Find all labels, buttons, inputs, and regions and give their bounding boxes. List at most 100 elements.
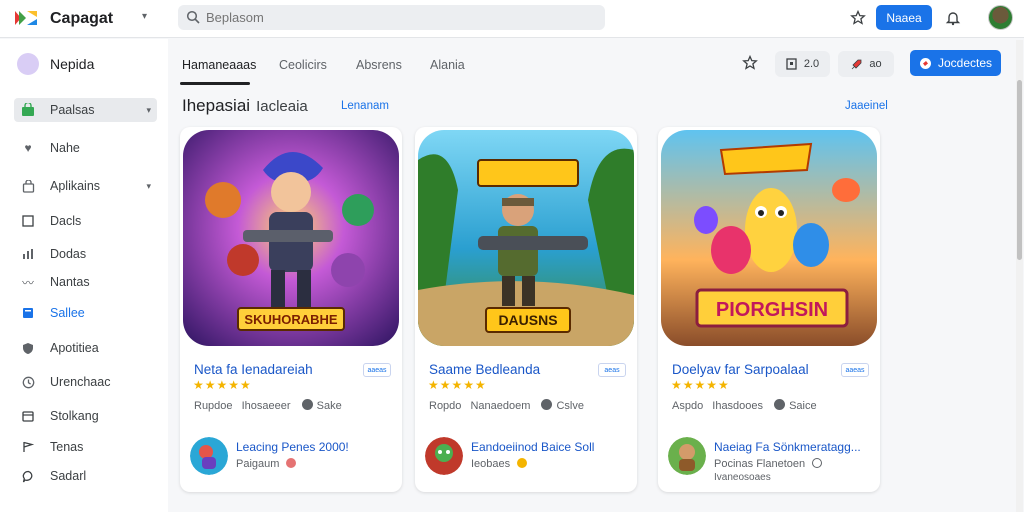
app-title[interactable]: Doelyav far Sarpoalaal: [672, 362, 809, 377]
sidebar-item-8[interactable]: Urenchaac: [14, 370, 157, 394]
tab-2[interactable]: Absrens: [356, 58, 402, 72]
app-tag: aeas: [598, 363, 626, 377]
profile-avatar[interactable]: [17, 53, 39, 75]
developer-avatar[interactable]: [425, 437, 463, 475]
box-icon: [20, 408, 36, 424]
sidebar-item-label: Aplikains: [50, 179, 101, 193]
launch-button-label: ao: [869, 58, 882, 70]
developer-meta-text: Ieobaes: [471, 458, 511, 470]
profile-name[interactable]: Nepida: [50, 56, 94, 72]
sidebar-item-1[interactable]: ♥ Nahe: [14, 136, 157, 160]
sidebar-item-label: Sadarl: [50, 469, 87, 483]
badge-icon: [286, 458, 297, 468]
section-subtitle: Iacleaia: [256, 98, 308, 115]
scrollbar-thumb[interactable]: [1017, 80, 1022, 260]
primary-action-button[interactable]: Jocdectes: [910, 50, 1001, 76]
sidebar-item-label: Tenas: [50, 440, 84, 454]
user-avatar[interactable]: [988, 5, 1013, 30]
app-meta: Ropdo Nanaedoem Cslve: [429, 399, 584, 412]
chevron-down-icon[interactable]: ▾: [142, 11, 147, 22]
app-title[interactable]: Saame Bedleanda: [429, 362, 540, 377]
sidebar-item-0[interactable]: Paalsas ▾: [14, 98, 157, 122]
see-more-link[interactable]: Jaaeinel: [845, 100, 888, 112]
section-title-text: Ihepasiai: [182, 96, 251, 115]
app-title[interactable]: Neta fa Ienadareiah: [194, 362, 313, 377]
card-banner-text: SKUHORABHE: [244, 312, 338, 327]
square-icon: [20, 213, 36, 229]
sidebar-item-11[interactable]: Sadarl: [14, 464, 157, 488]
notification-icon[interactable]: [943, 8, 963, 28]
bars-icon: [20, 246, 36, 262]
rating-stars: ★★★★★: [193, 378, 252, 392]
badge-icon: [517, 458, 528, 468]
sidebar-item-10[interactable]: Tenas: [14, 435, 157, 459]
tab-0[interactable]: Hamaneaaas: [182, 58, 256, 72]
sidebar-item-label: Paalsas: [50, 103, 95, 117]
app-meta: Rupdoe Ihosaeeer Sake: [194, 399, 342, 412]
meta-c: Saice: [789, 400, 817, 412]
app-artwork[interactable]: PIORGHSIN: [661, 130, 877, 346]
copy-button[interactable]: 2.0: [775, 51, 830, 77]
sidebar-item-9[interactable]: Stolkang: [14, 404, 157, 428]
meta-a: Ropdo: [429, 400, 462, 412]
developer-name[interactable]: Eandoeiinod Baice Soll: [471, 440, 594, 454]
sidebar-item-label: Dodas: [50, 247, 87, 261]
copy-button-label: 2.0: [803, 58, 820, 70]
tab-1[interactable]: Ceolicirs: [279, 58, 327, 72]
header-action-button[interactable]: Naaea: [876, 5, 932, 30]
developer-avatar[interactable]: [668, 437, 706, 475]
heart-icon: ♥: [24, 141, 32, 155]
clock-icon: [20, 374, 36, 390]
primary-action-label: Jocdectes: [937, 56, 993, 70]
meta-c: Cslve: [556, 400, 584, 412]
sidebar-item-label: Nantas: [50, 275, 90, 289]
meta-b: Nanaedoem: [470, 400, 531, 412]
search-input[interactable]: [206, 8, 586, 27]
app-logo-icon[interactable]: [14, 9, 38, 27]
developer-meta: Paigaum: [236, 458, 297, 470]
app-artwork[interactable]: DAUSNS: [418, 130, 634, 346]
game-art-image: DAUSNS: [418, 130, 634, 346]
app-card[interactable]: SKUHORABHE Neta fa Ienadareiah aaeas ★★★…: [180, 127, 402, 492]
app-card[interactable]: PIORGHSIN Doelyav far Sarpoalaal aaeas ★…: [658, 127, 880, 492]
bag-icon: [20, 178, 36, 194]
app-title[interactable]: Capagat: [50, 10, 113, 28]
store-icon: [20, 102, 36, 118]
chevron-down-icon: ▾: [146, 180, 151, 191]
search-bar[interactable]: [178, 5, 605, 30]
meta-b: Ihosaeeer: [241, 400, 291, 412]
badge-icon: [812, 458, 823, 468]
app-artwork[interactable]: SKUHORABHE: [183, 130, 399, 346]
sidebar-item-6[interactable]: Sallee: [14, 301, 157, 325]
developer-name[interactable]: Naeiag Fa Sönkmeratagg...: [714, 440, 861, 454]
star-icon[interactable]: [740, 53, 760, 73]
rating-stars: ★★★★★: [428, 378, 487, 392]
active-tab-indicator: [180, 82, 250, 85]
sidebar-item-3[interactable]: Dacls: [14, 209, 157, 233]
developer-avatar[interactable]: [190, 437, 228, 475]
sidebar-item-label: Stolkang: [50, 409, 99, 423]
sidebar-item-label: Apotitiea: [50, 341, 99, 355]
tab-3[interactable]: Alania: [430, 58, 465, 72]
sidebar-item-2[interactable]: Aplikains ▾: [14, 174, 157, 198]
grid-icon: [20, 305, 36, 321]
puzzle-icon[interactable]: [848, 8, 868, 28]
app-tag: aaeas: [363, 363, 391, 377]
launch-button[interactable]: ao: [838, 51, 894, 77]
app-tag: aaeas: [841, 363, 869, 377]
user-icon: [774, 399, 786, 410]
sidebar-item-label: Nahe: [50, 141, 80, 155]
rocket-icon: [852, 59, 862, 69]
user-icon: [301, 399, 313, 410]
main-content: Hamaneaaas Ceolicirs Absrens Alania 2.0 …: [168, 39, 1024, 512]
chevron-down-icon: ▾: [146, 104, 151, 115]
app-card[interactable]: DAUSNS Saame Bedleanda aeas ★★★★★ Ropdo …: [415, 127, 637, 492]
sidebar-item-4[interactable]: Dodas: [14, 242, 157, 266]
section-link[interactable]: Lenanam: [341, 100, 389, 112]
sidebar-item-5[interactable]: 〰 Nantas: [14, 270, 157, 294]
sidebar-item-7[interactable]: Apotitiea: [14, 336, 157, 360]
meta-a: Rupdoe: [194, 400, 233, 412]
developer-meta-text: Pocinas Flanetoen: [714, 458, 806, 470]
developer-name[interactable]: Leacing Penes 2000!: [236, 440, 349, 454]
scrollbar[interactable]: [1016, 40, 1023, 512]
